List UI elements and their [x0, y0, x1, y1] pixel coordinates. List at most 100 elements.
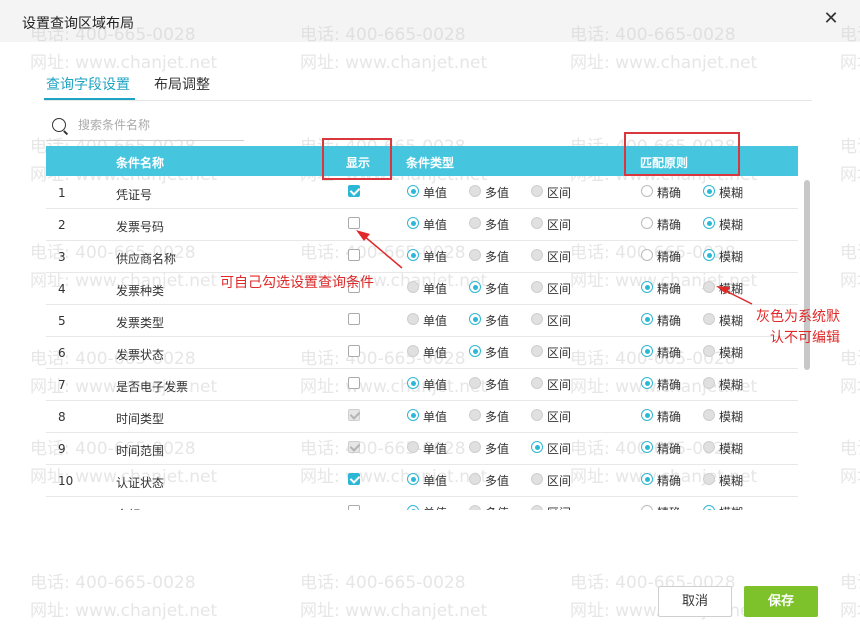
tab-divider [44, 100, 812, 101]
conditions-grid: 条件名称 显示 条件类型 匹配原则 1 凭证号 单值 多值 区间 精确 模糊 2 发票号码 单值多… [46, 146, 798, 510]
radio-dot [531, 473, 543, 485]
radio-label: 精确 [657, 474, 682, 488]
radio-label: 精确 [657, 218, 682, 232]
radio-label: 模糊 [719, 218, 744, 232]
radio-label: 单值 [423, 442, 448, 456]
radio-dot [407, 217, 419, 229]
radio-label: 模糊 [719, 250, 744, 264]
radio-label: 模糊 [719, 314, 744, 328]
watermark-site: 网址: www.chanjet.net [300, 601, 488, 621]
radio-dot [531, 377, 543, 389]
radio-label: 区间 [547, 186, 572, 200]
radio-dot [703, 313, 715, 325]
col-header-show: 显示 [346, 156, 371, 170]
radio-label: 模糊 [719, 378, 744, 392]
row-number: 9 [58, 442, 66, 456]
radio-label: 模糊 [719, 282, 744, 296]
radio-dot [531, 441, 543, 453]
radio-dot [703, 185, 715, 197]
radio-dot [641, 281, 653, 293]
tab-layout-adjust[interactable]: 布局调整 [154, 74, 210, 94]
radio-label: 模糊 [719, 346, 744, 360]
radio-label: 单值 [423, 410, 448, 424]
radio-dot [531, 345, 543, 357]
save-button[interactable]: 保存 [744, 586, 818, 617]
row-number: 7 [58, 378, 66, 392]
radio-dot [703, 249, 715, 261]
radio-label: 模糊 [719, 186, 744, 200]
watermark-site: 网址: www.chanjet.net [30, 53, 218, 73]
radio-label: 区间 [547, 282, 572, 296]
radio-label: 精确 [657, 346, 682, 360]
radio-dot [703, 217, 715, 229]
show-checkbox[interactable] [348, 345, 360, 357]
table-row: 10 认证状态 单值 多值 区间 精确 模糊 [46, 464, 798, 497]
show-checkbox[interactable] [348, 313, 360, 325]
table-row: 9 时间范围 单值 多值 区间 精确 模糊 [46, 432, 798, 465]
radio-dot [469, 409, 481, 421]
search-box [46, 114, 244, 141]
radio-dot [531, 217, 543, 229]
radio-label: 单值 [423, 314, 448, 328]
radio-dot [703, 409, 715, 421]
watermark-site: 网址: www.chanjet.net [840, 165, 860, 185]
radio-label: 区间 [547, 410, 572, 424]
show-checkbox[interactable] [348, 217, 360, 229]
table-row: 2 发票号码 单值 多值 区间 精确 模糊 [46, 208, 798, 241]
radio-label: 区间 [547, 346, 572, 360]
show-checkbox[interactable] [348, 505, 360, 510]
show-checkbox[interactable] [348, 185, 360, 197]
tab-query-fields[interactable]: 查询字段设置 [46, 74, 130, 94]
radio-label: 多值 [485, 474, 510, 488]
radio-label: 单值 [423, 282, 448, 296]
radio-label: 单值 [423, 250, 448, 264]
radio-dot [641, 409, 653, 421]
col-header-name: 条件名称 [116, 156, 165, 170]
watermark-site: 网址: www.chanjet.net [840, 271, 860, 291]
radio-label: 模糊 [719, 504, 743, 510]
radio-label: 单值 [423, 504, 447, 510]
radio-dot [469, 217, 481, 229]
condition-name: 凭证号 [116, 188, 153, 202]
condition-name: 金额 [116, 506, 140, 510]
search-input[interactable] [76, 117, 240, 133]
radio-dot [407, 441, 419, 453]
radio-label: 精确 [657, 314, 682, 328]
radio-label: 多值 [485, 186, 510, 200]
row-number: 3 [58, 250, 66, 264]
watermark-phone: 电话: 400-665-0028 [840, 439, 860, 459]
row-number: 6 [58, 346, 66, 360]
condition-name: 供应商名称 [116, 252, 177, 266]
radio-dot [469, 249, 481, 261]
close-icon[interactable]: ✕ [822, 10, 840, 28]
radio-dot [641, 377, 653, 389]
dialog-title: 设置查询区域布局 [22, 16, 134, 32]
watermark-phone: 电话: 400-665-0028 [30, 573, 196, 593]
radio-dot [641, 313, 653, 325]
radio-dot [531, 505, 543, 510]
radio-dot [469, 185, 481, 197]
show-checkbox[interactable] [348, 249, 360, 261]
row-number: 5 [58, 314, 66, 328]
cancel-button[interactable]: 取消 [658, 586, 732, 617]
show-checkbox[interactable] [348, 377, 360, 389]
show-checkbox[interactable] [348, 473, 360, 485]
radio-label: 精确 [657, 410, 682, 424]
radio-dot [407, 281, 419, 293]
condition-name: 发票种类 [116, 284, 165, 298]
table-row: 3 供应商名称 单值 多值 区间 精确 模糊 [46, 240, 798, 273]
radio-label: 单值 [423, 378, 448, 392]
watermark-phone: 电话: 400-665-0028 [300, 573, 466, 593]
radio-label: 模糊 [719, 410, 744, 424]
col-header-type: 条件类型 [406, 156, 455, 170]
radio-dot [407, 505, 419, 510]
condition-name: 认证状态 [116, 476, 165, 490]
table-row: 6 发票状态 单值 多值 区间 精确 模糊 [46, 336, 798, 369]
radio-dot [469, 441, 481, 453]
row-number: 4 [58, 282, 66, 296]
row-number: 10 [58, 474, 74, 488]
grid-header: 条件名称 显示 条件类型 匹配原则 [46, 146, 798, 176]
watermark-site: 网址: www.chanjet.net [300, 53, 488, 73]
table-row: 1 凭证号 单值 多值 区间 精确 模糊 [46, 176, 798, 209]
table-row: 金额 单值 多值 区间 精确 模糊 [46, 496, 798, 510]
